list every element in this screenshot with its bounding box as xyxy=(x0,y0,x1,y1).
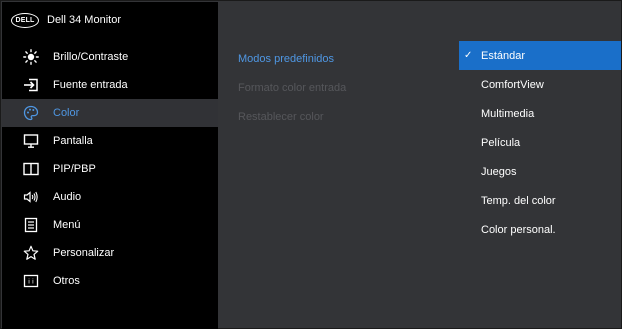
option-label: Juegos xyxy=(481,165,517,178)
submenu-item-formato-color-entrada[interactable]: Formato color entrada xyxy=(238,73,438,102)
monitor-title: Dell 34 Monitor xyxy=(47,14,121,26)
main-menu: Brillo/Contraste Fuente entrada Color Pa… xyxy=(2,43,218,295)
menu-item-label: Menú xyxy=(53,219,81,231)
menu-item-fuente-entrada[interactable]: Fuente entrada xyxy=(2,71,218,99)
menu-item-label: Pantalla xyxy=(53,135,93,147)
menu-item-label: Personalizar xyxy=(53,247,115,259)
submenu-item-modos-predefinidos[interactable]: Modos predefinidos xyxy=(238,44,438,73)
menu-item-label: PIP/PBP xyxy=(53,163,96,175)
menu-item-brillo-contraste[interactable]: Brillo/Contraste xyxy=(2,43,218,71)
brightness-icon xyxy=(22,48,40,66)
color-palette-icon xyxy=(22,104,40,122)
option-estandar[interactable]: ✓ Estándar xyxy=(459,41,621,70)
menu-item-menu[interactable]: Menú xyxy=(2,211,218,239)
display-icon xyxy=(22,132,40,150)
others-icon: i i xyxy=(22,272,40,290)
option-label: Color personal. xyxy=(481,223,556,236)
audio-icon xyxy=(22,188,40,206)
option-label: Temp. del color xyxy=(481,194,556,207)
menu-item-label: Audio xyxy=(53,191,82,203)
star-icon xyxy=(22,244,40,262)
svg-text:i i: i i xyxy=(28,278,34,286)
menu-icon xyxy=(22,216,40,234)
input-source-icon xyxy=(22,76,40,94)
monitor-osd: DELL Dell 34 Monitor Brillo/Contraste Fu… xyxy=(0,0,622,329)
option-color-personal[interactable]: Color personal. xyxy=(459,215,621,244)
pip-pbp-icon xyxy=(22,160,40,178)
checkmark-icon: ✓ xyxy=(464,50,473,61)
option-comfortview[interactable]: ComfortView xyxy=(459,70,621,99)
menu-item-otros[interactable]: i i Otros xyxy=(2,267,218,295)
menu-item-pantalla[interactable]: Pantalla xyxy=(2,127,218,155)
menu-item-audio[interactable]: Audio xyxy=(2,183,218,211)
option-label: Estándar xyxy=(481,49,526,62)
menu-item-color[interactable]: Color xyxy=(2,99,218,127)
sidebar: DELL Dell 34 Monitor Brillo/Contraste Fu… xyxy=(2,2,218,329)
menu-item-personalizar[interactable]: Personalizar xyxy=(2,239,218,267)
menu-item-label: Fuente entrada xyxy=(53,79,128,91)
option-multimedia[interactable]: Multimedia xyxy=(459,99,621,128)
color-submenu: Modos predefinidos Formato color entrada… xyxy=(238,44,438,131)
option-label: Multimedia xyxy=(481,107,535,120)
option-juegos[interactable]: Juegos xyxy=(459,157,621,186)
option-label: ComfortView xyxy=(481,78,544,91)
menu-item-label: Color xyxy=(53,107,80,119)
menu-item-label: Otros xyxy=(53,275,80,287)
menu-item-pip-pbp[interactable]: PIP/PBP xyxy=(2,155,218,183)
option-label: Película xyxy=(481,136,521,149)
option-temp-del-color[interactable]: Temp. del color xyxy=(459,186,621,215)
dell-logo: DELL xyxy=(11,12,39,28)
submenu-item-restablecer-color[interactable]: Restablecer color xyxy=(238,102,438,131)
osd-header: DELL Dell 34 Monitor xyxy=(2,2,218,38)
option-pelicula[interactable]: Película xyxy=(459,128,621,157)
preset-modes-list: ✓ Estándar ComfortView Multimedia Pelícu… xyxy=(459,41,621,244)
menu-item-label: Brillo/Contraste xyxy=(53,51,129,63)
